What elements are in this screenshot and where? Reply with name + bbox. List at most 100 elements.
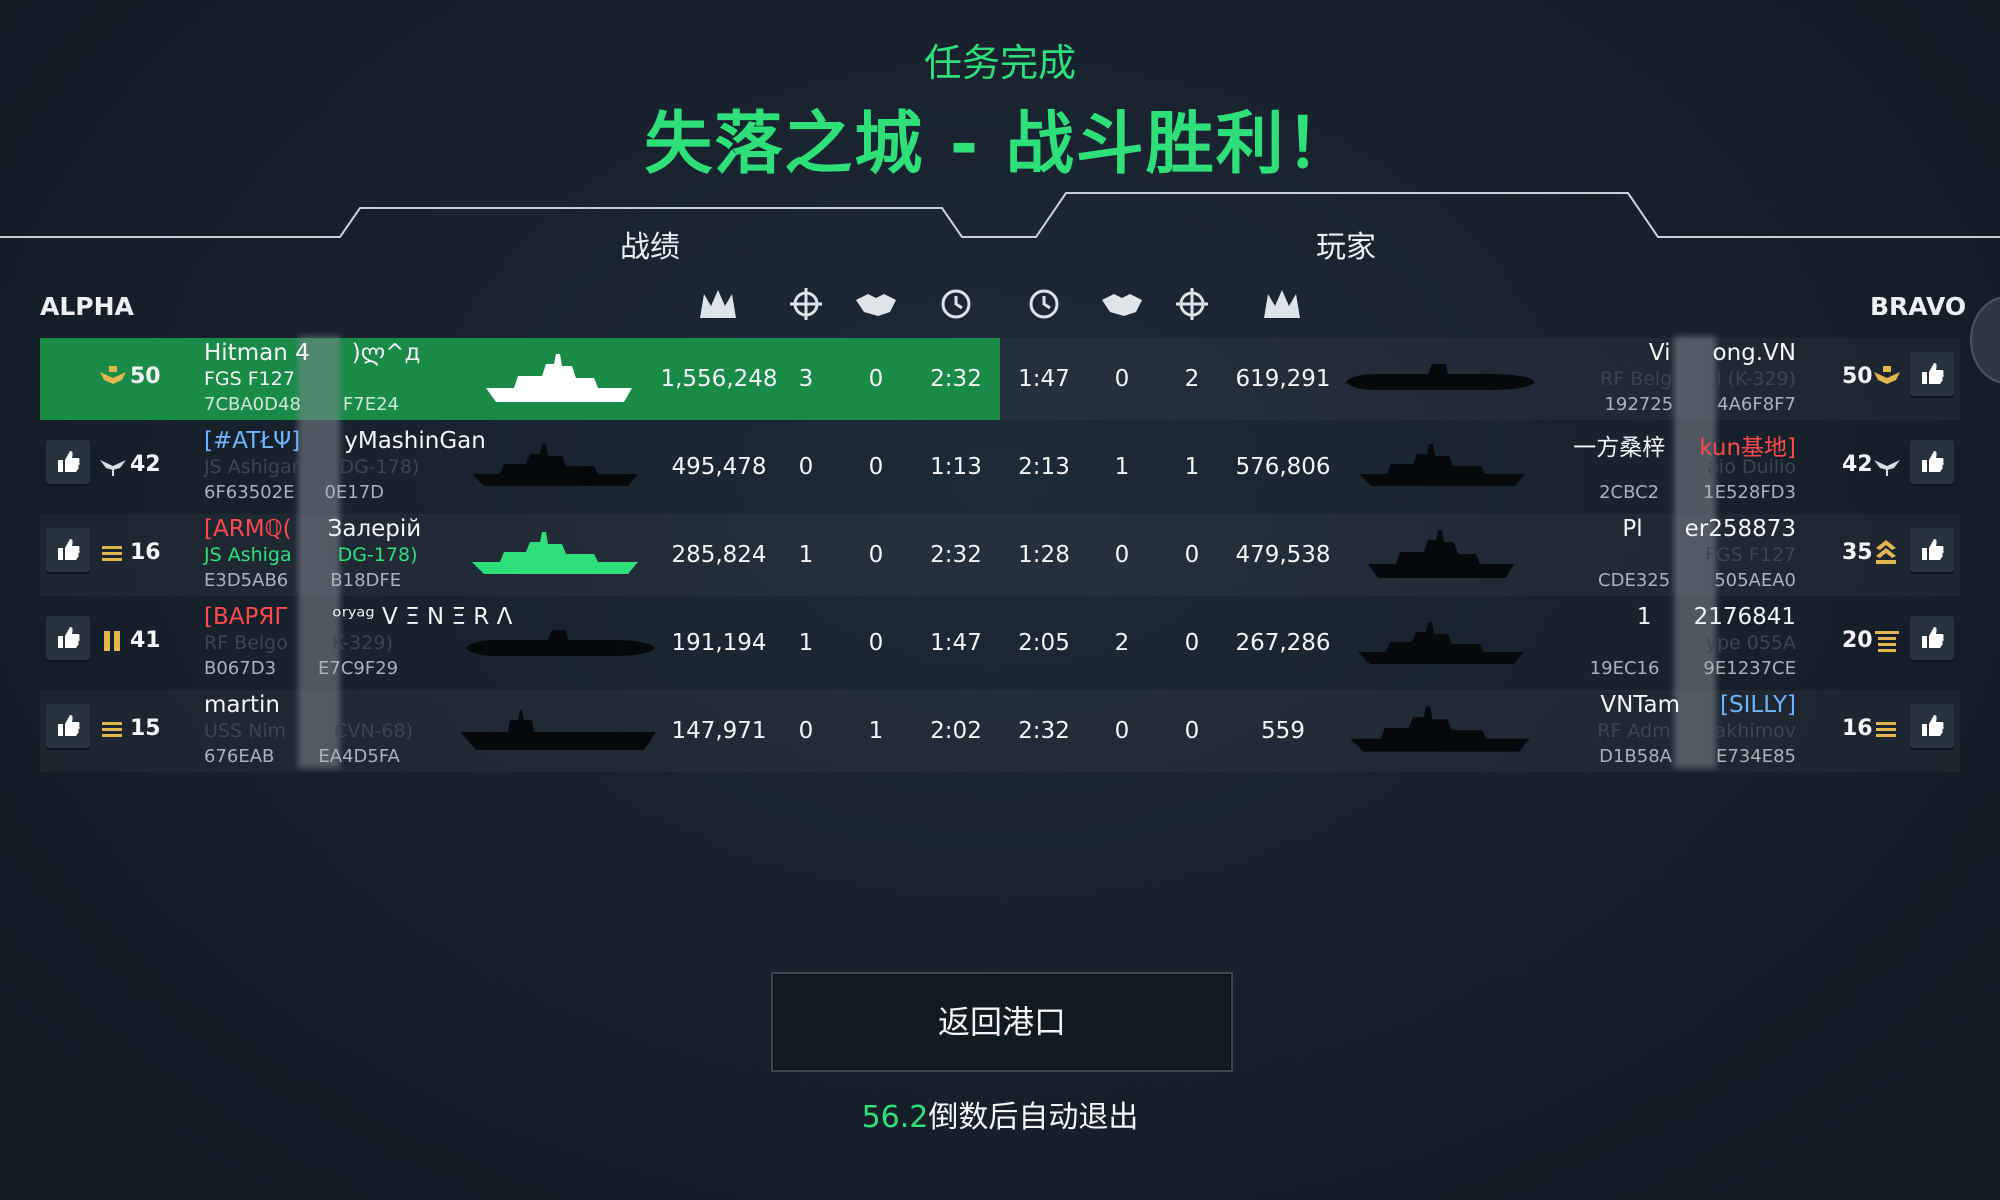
- ship-silhouette-icon: [1359, 444, 1525, 486]
- kills-value: 0: [1184, 630, 1200, 656]
- ship-name: JS Ashiga DG-178): [204, 544, 418, 566]
- time-value: 1:47: [930, 630, 982, 656]
- player-level: 16: [130, 540, 161, 565]
- player-level: 50: [1842, 364, 1873, 389]
- bars-rank-icon: [1876, 722, 1896, 737]
- thumbs-up-icon: [58, 715, 80, 736]
- player-code: B067D3 E7C9F29: [204, 658, 399, 679]
- bars-rank-icon: [1875, 631, 1899, 652]
- kills-value: 0: [798, 454, 814, 480]
- damage-icon: [1264, 290, 1300, 318]
- player-level: 50: [130, 364, 161, 389]
- return-to-port-label: 返回港口: [937, 1003, 1066, 1041]
- like-button[interactable]: [1910, 440, 1954, 484]
- tab-frame: [0, 192, 2000, 238]
- like-button[interactable]: [46, 528, 90, 572]
- player-code: 7CBA0D48 F7E24: [204, 394, 399, 415]
- damage-value: 576,806: [1235, 454, 1331, 480]
- player-name: 1 2176841: [1636, 604, 1796, 630]
- player-level: 16: [1842, 716, 1873, 741]
- damage-icon: [700, 290, 736, 318]
- ship-name: RF Belg l (K-329): [1600, 368, 1796, 390]
- time-value: 1:28: [1018, 542, 1070, 568]
- time-value: 2:32: [1018, 718, 1070, 744]
- damage-value: 1,556,248: [660, 366, 778, 392]
- time-value: 1:13: [930, 454, 982, 480]
- carrier-silhouette-icon: [460, 710, 656, 750]
- avatar[interactable]: [1970, 296, 2000, 384]
- ship-name: RF Belgo K-329): [204, 632, 393, 654]
- mission-title: 失落之城 - 战斗胜利！: [644, 105, 1356, 184]
- tab-players[interactable]: 玩家: [1316, 222, 1376, 266]
- thumbs-up-icon: [1922, 451, 1944, 472]
- player-level: 42: [130, 452, 161, 477]
- like-button[interactable]: [1910, 616, 1954, 660]
- handshake-icon: [856, 294, 896, 316]
- player-code: D1B58A E734E85: [1599, 746, 1796, 767]
- ship-name: FGS F127: [204, 368, 295, 390]
- time-value: 2:05: [1018, 630, 1070, 656]
- damage-value: 267,286: [1235, 630, 1331, 656]
- player-code: E3D5AB6 B18DFE: [204, 570, 402, 591]
- ship-silhouette-icon: [486, 354, 632, 402]
- time-value: 2:13: [1018, 454, 1070, 480]
- player-code: CDE325 505AEA0: [1598, 570, 1796, 591]
- kills-value: 0: [1184, 718, 1200, 744]
- time-value: 1:47: [1018, 366, 1070, 392]
- ship-silhouette-icon: [472, 444, 638, 486]
- player-code: 192725 4A6F8F7: [1604, 394, 1796, 415]
- time-value: 2:32: [930, 542, 982, 568]
- like-button[interactable]: [46, 616, 90, 660]
- handshake-icon: [1102, 294, 1142, 316]
- damage-value: 147,971: [671, 718, 767, 744]
- assists-value: 1: [1114, 454, 1130, 480]
- return-to-port-button[interactable]: 返回港口: [771, 972, 1233, 1072]
- player-name: VNTam [SILLY]: [1600, 692, 1796, 718]
- like-button[interactable]: [1910, 704, 1954, 748]
- player-name: [ARMℚ(Залерій: [204, 516, 422, 542]
- assists-value: 1: [868, 718, 884, 744]
- player-level: 35: [1842, 540, 1873, 565]
- bars-rank-icon: [104, 631, 120, 651]
- mission-subtitle: 任务完成: [923, 41, 1076, 85]
- chevron-rank-icon: [1876, 540, 1896, 564]
- assists-value: 0: [1114, 718, 1130, 744]
- like-button[interactable]: [1910, 528, 1954, 572]
- kills-value: 1: [798, 630, 814, 656]
- assists-value: 0: [868, 366, 884, 392]
- ship-silhouette-icon: [1368, 530, 1514, 578]
- player-level: 20: [1842, 628, 1873, 653]
- thumbs-up-icon: [1922, 715, 1944, 736]
- ship-name: JS Ashigar DG-178): [204, 456, 420, 478]
- bars-rank-icon: [102, 722, 122, 737]
- damage-value: 495,478: [671, 454, 767, 480]
- like-button[interactable]: [1910, 352, 1954, 396]
- ship-silhouette-icon: [472, 532, 638, 574]
- thumbs-up-icon: [58, 451, 80, 472]
- assists-value: 0: [868, 542, 884, 568]
- player-code: 676EAB EA4D5FA: [204, 746, 400, 767]
- like-button[interactable]: [46, 704, 90, 748]
- like-button[interactable]: [46, 440, 90, 484]
- countdown-text: 倒数后自动退出: [928, 1100, 1139, 1135]
- countdown-seconds: 56.2: [861, 1100, 929, 1135]
- player-name: [#ATŁΨ] yMashinGan: [204, 428, 486, 454]
- kills-value: 3: [798, 366, 814, 392]
- thumbs-up-icon: [1922, 363, 1944, 384]
- ship-name: ype 055A: [1705, 632, 1796, 654]
- ship-silhouette-icon: [1358, 622, 1524, 664]
- damage-value: 285,824: [671, 542, 767, 568]
- ship-name: FGS F127: [1705, 544, 1796, 566]
- ship-name: aio Duilio: [1707, 456, 1796, 478]
- ship-name: USS Nim CVN-68): [204, 720, 414, 742]
- thumbs-up-icon: [58, 627, 80, 648]
- eagle-rank-icon: [1874, 366, 1900, 384]
- wings-rank-icon: [1874, 460, 1900, 476]
- kills-value: 1: [798, 542, 814, 568]
- thumbs-up-icon: [1922, 627, 1944, 648]
- player-level: 41: [130, 628, 161, 653]
- ship-name: RF Adm akhimov: [1597, 720, 1796, 742]
- player-name: Vi ong.VN: [1648, 340, 1796, 366]
- tab-score[interactable]: 战绩: [620, 222, 680, 266]
- damage-value: 619,291: [1235, 366, 1331, 392]
